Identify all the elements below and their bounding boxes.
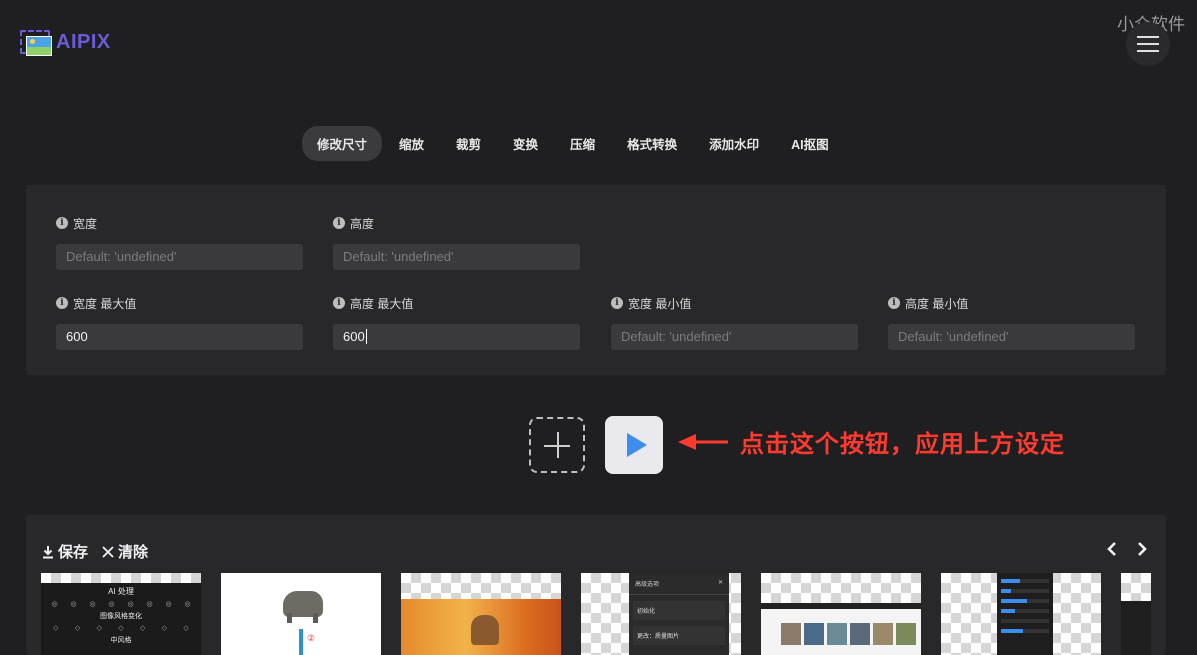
red-arrow-icon (678, 434, 728, 450)
app-logo[interactable]: AIPIX (20, 30, 111, 56)
info-icon[interactable]: i (56, 297, 68, 309)
height-field: i 高度 Default: 'undefined' (333, 215, 580, 270)
thumb-item: 更改：质量图片 (633, 626, 725, 645)
tab-compress[interactable]: 压缩 (555, 126, 610, 161)
max-width-label: 宽度 最大值 (73, 296, 137, 311)
resize-settings-panel: i 宽度 Default: 'undefined' i 高度 Default: 'u… (26, 185, 1166, 375)
width-label: 宽度 (73, 216, 98, 231)
chipmunk-image (471, 615, 499, 645)
tool-tabs: 修改尺寸 缩放 裁剪 变换 压缩 格式转换 添加水印 AI抠图 (302, 126, 846, 161)
clear-label: 清除 (118, 544, 149, 561)
thumbnail-image[interactable]: ② (221, 573, 381, 655)
play-icon (627, 433, 647, 457)
add-image-button[interactable] (529, 417, 585, 473)
max-height-label: 高度 最大值 (350, 296, 414, 311)
thumb-marker: ② (307, 633, 316, 643)
info-icon[interactable]: i (333, 217, 345, 229)
hamburger-menu-button[interactable] (1126, 22, 1170, 66)
min-height-field: i 高度 最小值 Default: 'undefined' (888, 295, 1135, 350)
min-width-label: 宽度 最小值 (628, 296, 692, 311)
max-height-field: i 高度 最大值 600 (333, 295, 580, 350)
min-width-input[interactable]: Default: 'undefined' (611, 324, 858, 350)
tab-format-convert[interactable]: 格式转换 (612, 126, 692, 161)
tab-resize[interactable]: 修改尺寸 (302, 126, 383, 161)
menu-line-icon (1137, 43, 1159, 45)
thumbnail-image[interactable]: AI 处理 ◎ ◎ ◎ ◎ ◎ ◎ ◎ ◎ 图像风格变化 ◇ ◇ ◇ ◇ ◇ ◇ ◇ 中风格 (41, 573, 201, 655)
info-icon[interactable]: i (888, 297, 900, 309)
logo-text: AIPIX (56, 30, 111, 53)
logo-image-icon (20, 30, 52, 56)
thumbnail-image[interactable]: 高级选项 ✕ 初始化 更改：质量图片 (581, 573, 741, 655)
thumb-subtitle: 图像风格变化 (100, 613, 142, 620)
tab-watermark[interactable]: 添加水印 (694, 126, 774, 161)
tab-ai-cutout[interactable]: AI抠图 (776, 126, 844, 161)
info-icon[interactable]: i (56, 217, 68, 229)
width-input[interactable]: Default: 'undefined' (56, 244, 303, 270)
tab-crop[interactable]: 裁剪 (441, 126, 496, 161)
save-button[interactable]: 保存 (42, 541, 88, 562)
min-height-input[interactable]: Default: 'undefined' (888, 324, 1135, 350)
clear-button[interactable]: 清除 (102, 541, 148, 562)
max-height-input[interactable]: 600 (333, 324, 580, 350)
annotation-text: 点击这个按钮，应用上方设定 (740, 431, 1065, 458)
chevron-left-icon[interactable] (1106, 541, 1118, 557)
thumb-item: 初始化 (633, 601, 725, 620)
thumbnail-image[interactable] (401, 573, 561, 655)
chevron-right-icon[interactable] (1136, 541, 1148, 557)
save-label: 保存 (58, 544, 89, 561)
menu-line-icon (1137, 50, 1159, 52)
thumb-header: 高级选项 (635, 582, 660, 588)
max-width-field: i 宽度 最大值 600 (56, 295, 303, 350)
close-icon (102, 545, 114, 558)
text-caret (365, 329, 367, 344)
thumb-footer: 中风格 (110, 637, 132, 644)
max-width-input[interactable]: 600 (56, 324, 303, 350)
min-width-field: i 宽度 最小值 Default: 'undefined' (611, 295, 858, 350)
width-field: i 宽度 Default: 'undefined' (56, 215, 303, 270)
thumbnail-strip: AI 处理 ◎ ◎ ◎ ◎ ◎ ◎ ◎ ◎ 图像风格变化 ◇ ◇ ◇ ◇ ◇ ◇ ◇ 中风格 ② 高级选项… (41, 573, 1151, 655)
min-height-label: 高度 最小值 (905, 296, 969, 311)
download-icon (43, 545, 53, 558)
max-height-value: 600 (343, 329, 365, 344)
height-label: 高度 (350, 216, 375, 231)
thumbnail-image[interactable] (1121, 573, 1151, 655)
thumb-title: AI 处理 (108, 587, 134, 596)
info-icon[interactable]: i (333, 297, 345, 309)
tab-transform[interactable]: 变换 (498, 126, 553, 161)
tab-scale[interactable]: 缩放 (384, 126, 439, 161)
info-icon[interactable]: i (611, 297, 623, 309)
height-input[interactable]: Default: 'undefined' (333, 244, 580, 270)
thumbnail-image[interactable] (941, 573, 1101, 655)
thumbnail-image[interactable] (761, 573, 921, 655)
image-gallery: 保存 清除 AI 处理 ◎ ◎ ◎ ◎ ◎ ◎ ◎ ◎ 图像风格变化 ◇ ◇ ◇ ◇ ◇ ◇ ◇ 中风格 … (26, 515, 1166, 655)
apply-run-button[interactable] (605, 416, 663, 474)
close-icon: ✕ (717, 580, 723, 586)
menu-line-icon (1137, 36, 1159, 38)
